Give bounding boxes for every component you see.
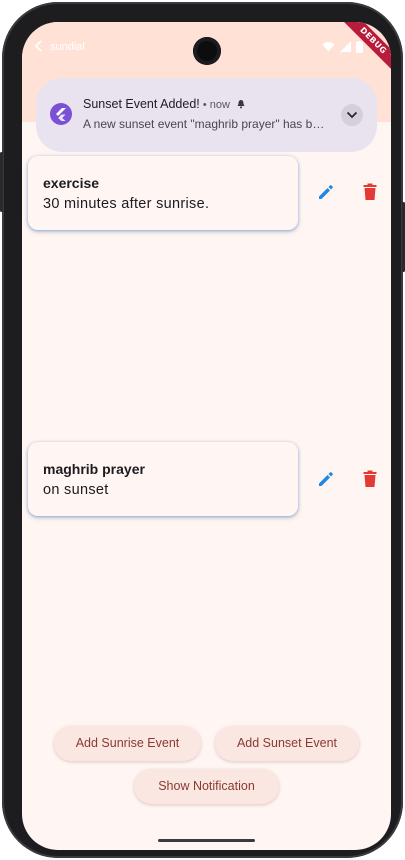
notification[interactable]: Sunset Event Added! • now A new sunset e… xyxy=(36,78,377,152)
event-description: on sunset xyxy=(43,482,109,498)
notification-title: Sunset Event Added! • now xyxy=(83,97,246,111)
delete-event-button[interactable] xyxy=(356,465,384,493)
pencil-icon xyxy=(319,185,333,199)
home-indicator[interactable] xyxy=(158,839,255,842)
event-card[interactable]: maghrib prayer on sunset xyxy=(28,442,298,516)
notification-body: A new sunset event "maghrib prayer" has … xyxy=(83,117,328,131)
signal-icon xyxy=(340,41,351,52)
status-app-name: sundial xyxy=(50,41,85,53)
battery-icon xyxy=(356,41,363,53)
add-sunrise-event-button[interactable]: Add Sunrise Event xyxy=(54,726,201,761)
edit-event-button[interactable] xyxy=(312,465,340,493)
show-notification-button[interactable]: Show Notification xyxy=(134,769,279,804)
flutter-icon xyxy=(50,103,72,125)
trash-icon xyxy=(363,183,377,200)
phone-frame: sundial DEBUG Sunset Event Added! • now … xyxy=(0,2,405,858)
back-arrow-icon[interactable] xyxy=(32,39,46,53)
wifi-icon xyxy=(322,42,335,52)
event-title: exercise xyxy=(43,175,100,191)
notification-time: • now xyxy=(199,99,230,111)
event-description: 30 minutes after sunrise. xyxy=(43,196,210,212)
front-camera xyxy=(193,37,221,65)
bell-icon xyxy=(237,100,245,109)
notification-title-text: Sunset Event Added! xyxy=(83,97,200,111)
event-title: maghrib prayer xyxy=(43,461,145,477)
edit-event-button[interactable] xyxy=(312,178,340,206)
delete-event-button[interactable] xyxy=(356,178,384,206)
expand-chevron-icon[interactable] xyxy=(341,104,363,126)
status-bar: sundial DEBUG xyxy=(22,22,391,75)
screen: sundial DEBUG Sunset Event Added! • now … xyxy=(22,22,391,850)
status-icons xyxy=(322,41,363,53)
event-card[interactable]: exercise 30 minutes after sunrise. xyxy=(28,156,298,230)
pencil-icon xyxy=(319,472,333,486)
add-sunset-event-button[interactable]: Add Sunset Event xyxy=(215,726,359,761)
volume-button xyxy=(0,152,3,212)
trash-icon xyxy=(363,470,377,487)
